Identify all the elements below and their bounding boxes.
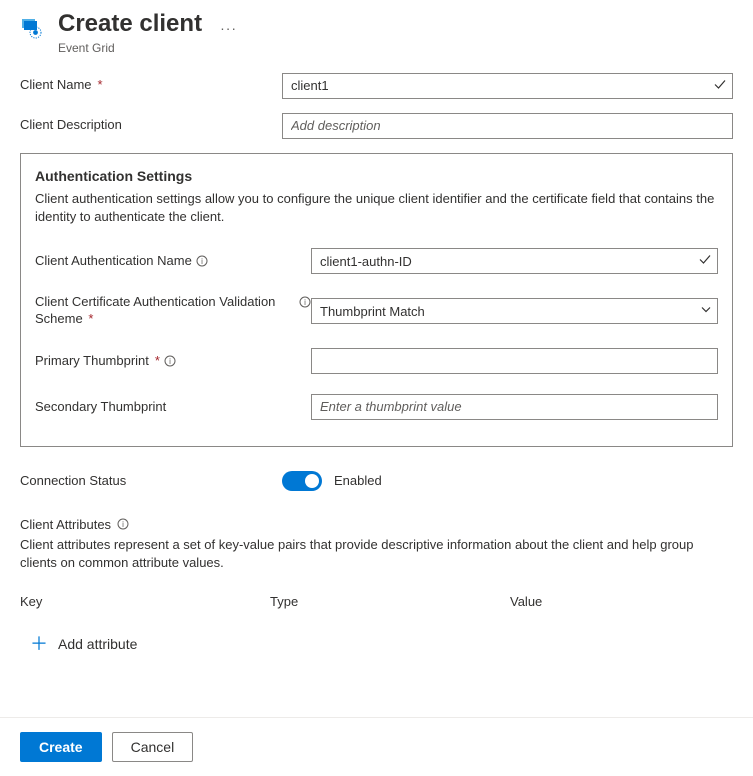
- svg-text:i: i: [304, 298, 306, 307]
- secondary-thumbprint-input[interactable]: [311, 394, 718, 420]
- svg-text:i: i: [122, 520, 124, 529]
- svg-text:i: i: [201, 257, 203, 266]
- secondary-thumbprint-label: Secondary Thumbprint: [35, 399, 311, 416]
- auth-section-title: Authentication Settings: [35, 168, 718, 184]
- client-name-input[interactable]: [282, 73, 733, 99]
- client-attributes-description: Client attributes represent a set of key…: [20, 536, 733, 572]
- client-description-input[interactable]: [282, 113, 733, 139]
- info-icon[interactable]: i: [299, 296, 311, 308]
- primary-thumbprint-label: Primary Thumbprint* i: [35, 353, 311, 370]
- info-icon[interactable]: i: [117, 518, 129, 530]
- more-menu-button[interactable]: ···: [220, 20, 237, 36]
- plus-icon: ＋: [30, 635, 48, 653]
- primary-thumbprint-input[interactable]: [311, 348, 718, 374]
- page-title: Create client: [58, 10, 202, 39]
- add-attribute-label: Add attribute: [58, 636, 137, 652]
- attributes-column-headers: Key Type Value: [20, 594, 733, 609]
- blade-header: Create client Event Grid ···: [0, 0, 753, 73]
- connection-status-label: Connection Status: [20, 473, 282, 490]
- attributes-col-key: Key: [20, 594, 270, 609]
- add-attribute-button[interactable]: ＋ Add attribute: [20, 635, 733, 653]
- attributes-col-type: Type: [270, 594, 510, 609]
- client-attributes-heading: Client Attributes: [20, 517, 111, 532]
- authentication-settings-section: Authentication Settings Client authentic…: [20, 153, 733, 447]
- client-description-label: Client Description: [20, 117, 282, 134]
- connection-status-toggle[interactable]: [282, 471, 322, 491]
- page-subtitle: Event Grid: [58, 41, 202, 55]
- auth-name-input[interactable]: [311, 248, 718, 274]
- auth-section-description: Client authentication settings allow you…: [35, 190, 718, 226]
- auth-name-label: Client Authentication Name i: [35, 253, 311, 270]
- cancel-button[interactable]: Cancel: [112, 732, 194, 762]
- blade-footer: Create Cancel: [0, 717, 753, 776]
- attributes-col-value: Value: [510, 594, 733, 609]
- validation-scheme-label: Client Certificate Authentication Valida…: [35, 294, 311, 328]
- validation-scheme-select[interactable]: Thumbprint Match: [311, 298, 718, 324]
- info-icon[interactable]: i: [196, 255, 208, 267]
- resource-icon: [20, 16, 44, 40]
- info-icon[interactable]: i: [164, 355, 176, 367]
- svg-text:i: i: [169, 357, 171, 366]
- connection-status-state: Enabled: [334, 473, 382, 488]
- create-button[interactable]: Create: [20, 732, 102, 762]
- client-name-label: Client Name*: [20, 77, 282, 94]
